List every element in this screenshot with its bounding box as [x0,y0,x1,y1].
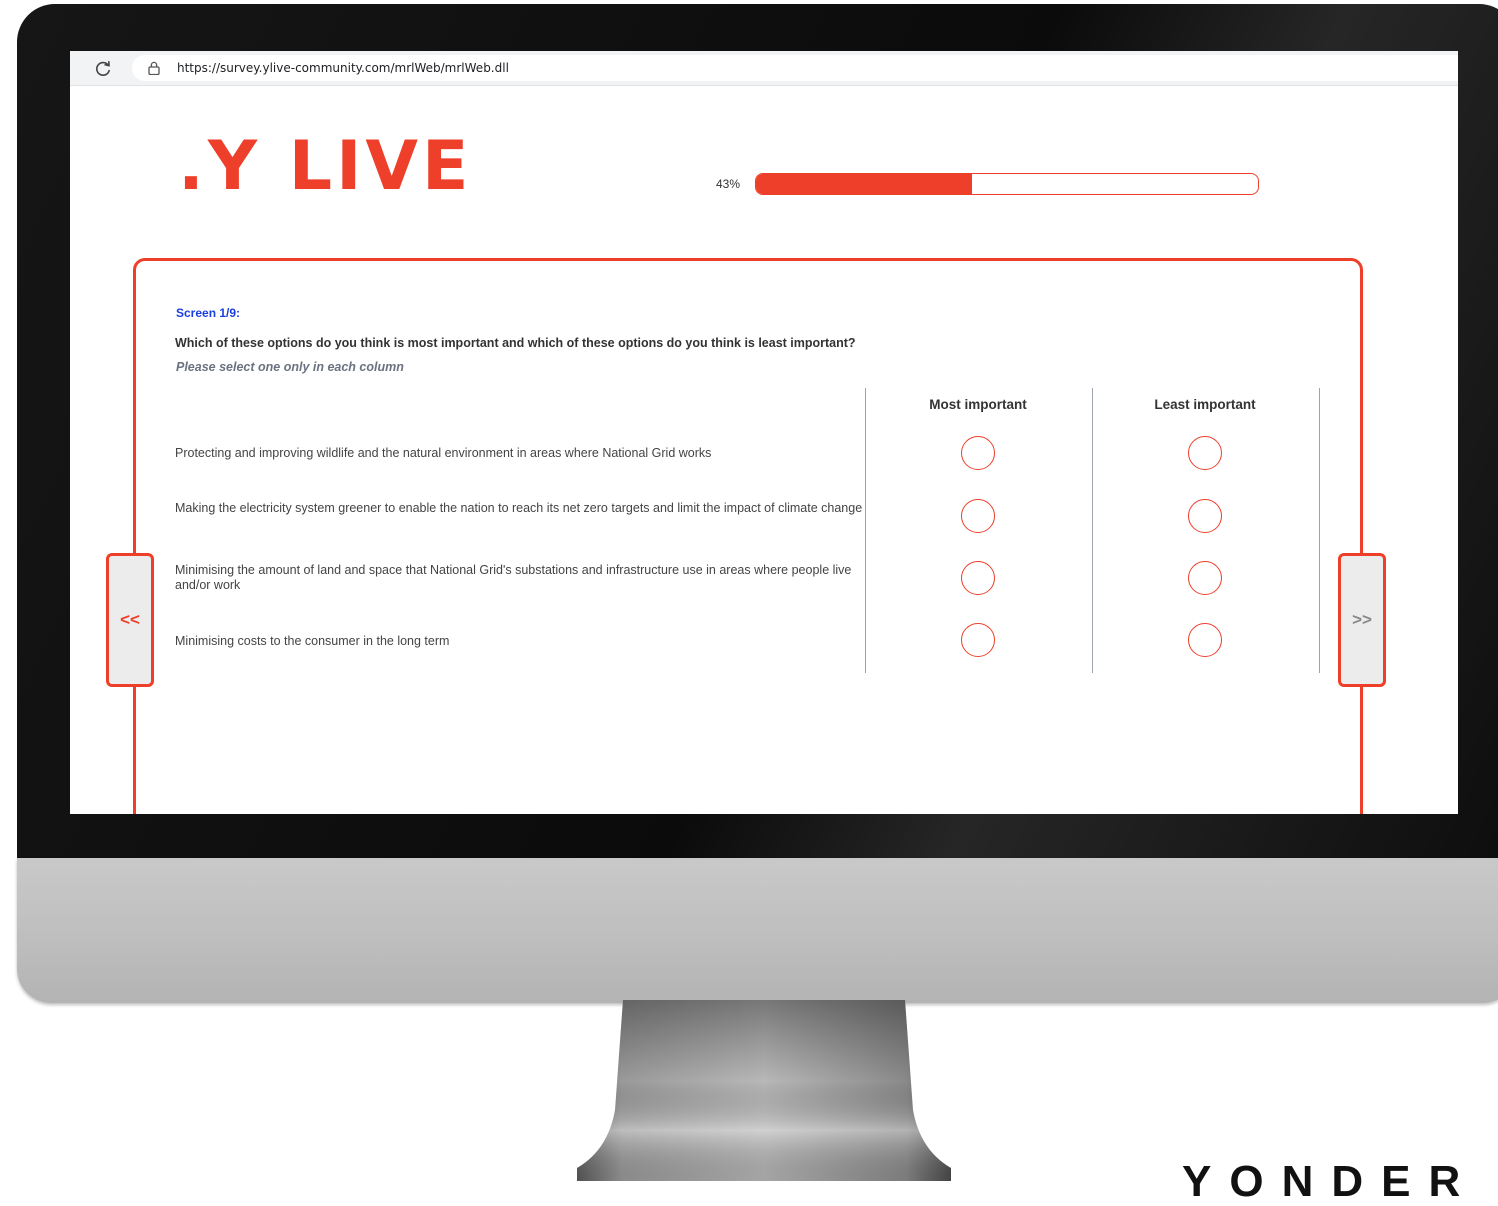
radio-most-important-4[interactable] [961,623,995,657]
monitor-chin [17,858,1498,1003]
column-divider [865,388,866,673]
progress-percent: 43% [716,177,741,191]
option-label-land-space: Minimising the amount of land and space … [175,563,852,592]
radio-least-important-1[interactable] [1188,436,1222,470]
browser-screen: https://survey.ylive-community.com/mrlWe… [70,51,1458,814]
instruction-text: Please select one only in each column [176,360,404,374]
radio-least-important-4[interactable] [1188,623,1222,657]
next-button[interactable]: >> [1338,553,1386,687]
option-label-costs: Minimising costs to the consumer in the … [175,634,450,648]
url-text: https://survey.ylive-community.com/mrlWe… [177,61,509,75]
radio-most-important-2[interactable] [961,499,995,533]
column-divider [1319,388,1320,673]
browser-address-bar: https://survey.ylive-community.com/mrlWe… [70,51,1458,86]
column-header-most-important: Most important [929,397,1027,412]
question-text: Which of these options do you think is m… [175,336,856,350]
lock-icon [148,61,160,75]
reload-icon[interactable] [94,60,112,78]
radio-most-important-3[interactable] [961,561,995,595]
progress-bar [755,173,1259,195]
ylive-logo: .Y LIVE [178,127,473,206]
option-label-wildlife: Protecting and improving wildlife and th… [175,446,712,460]
column-header-least-important: Least important [1154,397,1256,412]
monitor-stand [575,1000,953,1181]
yonder-brand-logo: YONDER [1182,1157,1479,1206]
url-field[interactable]: https://survey.ylive-community.com/mrlWe… [132,55,1458,81]
radio-least-important-3[interactable] [1188,561,1222,595]
radio-most-important-1[interactable] [961,436,995,470]
screen-number: Screen 1/9: [176,306,241,320]
option-label-greener: Making the electricity system greener to… [175,501,863,515]
radio-least-important-2[interactable] [1188,499,1222,533]
progress-fill [756,174,972,194]
column-divider [1092,388,1093,673]
previous-button[interactable]: << [106,553,154,687]
